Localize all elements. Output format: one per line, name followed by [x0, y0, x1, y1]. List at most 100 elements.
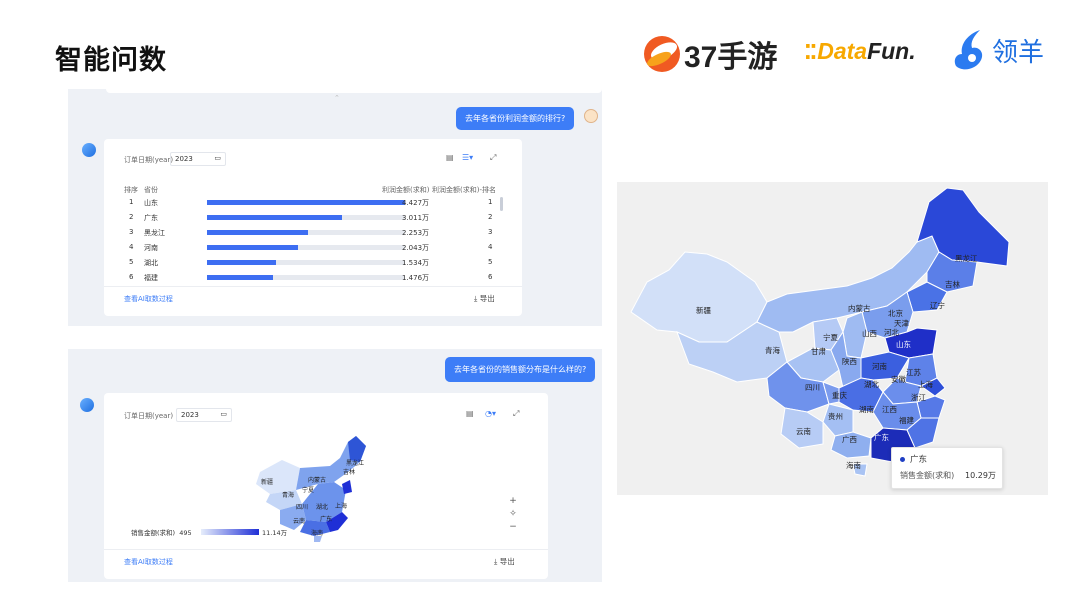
big-map-label: 贵州 — [828, 412, 843, 421]
export-label: 导出 — [479, 294, 495, 303]
table-scrollbar[interactable] — [500, 197, 503, 211]
row-province: 黑龙江 — [144, 229, 165, 237]
zoom-out-icon[interactable]: − — [506, 521, 520, 534]
small-map-label: 黑龙江 — [346, 460, 365, 467]
logo-datafun: ⁚⁚ DataFun. — [804, 38, 916, 65]
table-row: 6 福建 1.476万 6 — [104, 270, 522, 281]
collapse-chevron-icon[interactable]: ⌃ — [334, 94, 340, 102]
bar-track — [207, 230, 405, 235]
view-ai-process-link-2[interactable]: 查看AI取数过程 — [124, 557, 173, 567]
row-rank: 4 — [129, 243, 134, 251]
small-map-label: 内蒙古 — [308, 477, 327, 484]
logo-datafun-a: Data — [817, 38, 868, 64]
year-select[interactable]: 2023 ▭ — [170, 152, 226, 166]
year-value: 2023 — [175, 155, 193, 163]
big-map-label: 陕西 — [842, 357, 857, 366]
calendar-icon: ▭ — [214, 154, 221, 162]
big-map-label: 山西 — [862, 329, 877, 338]
legend-label: 销售金额(求和) — [131, 529, 176, 537]
legend-gradient — [201, 529, 259, 535]
big-map-label: 安徽 — [891, 375, 906, 384]
map-view-icon[interactable]: ◔▾ — [485, 409, 496, 418]
row-rank-value: 2 — [488, 213, 493, 221]
row-province: 湖北 — [144, 259, 158, 267]
row-amount: 1.476万 — [402, 274, 430, 281]
small-map-label: 上海 — [335, 503, 348, 510]
profit-bar — [207, 275, 273, 280]
row-amount: 2.043万 — [402, 244, 430, 252]
filter-label: 订单日期(year) — [124, 156, 174, 164]
sponsor-logos: 37手游 ⁚⁚ DataFun. 领羊 — [640, 24, 1060, 84]
row-rank: 3 — [129, 228, 134, 236]
small-map-label: 广东 — [320, 516, 333, 523]
bar-track — [207, 275, 405, 280]
small-map-label: 青海 — [282, 492, 295, 499]
row-amount: 2.253万 — [402, 229, 430, 237]
row-rank-value: 5 — [488, 258, 493, 266]
profit-bar — [207, 230, 308, 235]
header-amount: 利润金额(求和) — [382, 186, 430, 194]
table-view-icon-2[interactable]: ▤ — [466, 409, 474, 418]
row-rank: 5 — [129, 258, 134, 266]
big-map-label: 云南 — [796, 427, 811, 436]
reset-icon[interactable]: ✧ — [506, 508, 520, 521]
map-legend: 销售金额(求和) 495 — [131, 527, 192, 537]
card-divider — [104, 286, 522, 287]
profit-bar — [207, 215, 342, 220]
row-amount: 3.011万 — [402, 214, 430, 222]
year-select-2[interactable]: 2023 ▭ — [176, 408, 232, 422]
logo-37-text: 37手游 — [684, 41, 778, 74]
row-rank: 2 — [129, 213, 134, 221]
bot-avatar-icon — [82, 143, 96, 157]
expand-icon[interactable]: ⤢ — [490, 153, 496, 163]
page-title: 智能问数 — [55, 45, 167, 76]
bar-track — [207, 260, 405, 265]
calendar-icon-2: ▭ — [220, 410, 227, 418]
row-province: 河南 — [144, 244, 158, 252]
table-row: 3 黑龙江 2.253万 3 — [104, 225, 522, 240]
bar-chart-icon[interactable]: ☰▾ — [462, 153, 473, 162]
table-view-icon[interactable]: ▤ — [446, 153, 454, 162]
bar-track — [207, 245, 405, 250]
small-map-label: 新疆 — [261, 479, 274, 486]
download-icon-2: ⤓ — [494, 557, 498, 566]
row-rank: 6 — [129, 273, 134, 281]
legend-max: 11.14万 — [262, 529, 288, 537]
filter-label-2: 订单日期(year) — [124, 412, 174, 420]
zoom-in-icon[interactable]: + — [506, 495, 520, 508]
expand-icon-2[interactable]: ⤢ — [513, 409, 519, 419]
header-province: 省份 — [144, 186, 158, 194]
tooltip-metric: 销售金额(求和) — [900, 471, 955, 480]
table-row: 4 河南 2.043万 4 — [104, 240, 522, 255]
big-map-label: 上海 — [918, 380, 933, 389]
big-map-label: 江苏 — [906, 368, 921, 377]
big-map-label: 重庆 — [832, 391, 847, 400]
prev-card-edge — [106, 89, 602, 93]
export-button-2[interactable]: ⤓ 导出 — [494, 556, 515, 567]
datafun-dots-icon: ⁚⁚ — [804, 39, 817, 64]
big-map-label: 辽宁 — [930, 301, 945, 310]
profit-bar — [207, 200, 405, 205]
ranking-table: 1 山东 4.427万 1 2 广东 3.011万 2 3 黑龙江 2.253万 3 4 河南 2.043万… — [104, 195, 522, 281]
view-ai-process-link[interactable]: 查看AI取数过程 — [124, 294, 173, 304]
big-map-label: 湖北 — [864, 380, 879, 389]
logo-37-games: 37手游 — [644, 32, 777, 76]
profit-bar — [207, 245, 299, 250]
year-value-2: 2023 — [181, 411, 199, 419]
bar-track — [207, 200, 405, 205]
big-map-label: 四川 — [805, 383, 820, 392]
download-icon: ⤓ — [474, 294, 478, 303]
export-button[interactable]: ⤓ 导出 — [474, 293, 495, 304]
big-map-label: 浙江 — [911, 393, 926, 402]
big-map-label: 山东 — [896, 340, 911, 349]
bar-track — [207, 215, 405, 220]
big-map-label: 青海 — [765, 346, 780, 355]
row-amount: 1.534万 — [402, 259, 430, 267]
user-question-bubble-2: 去年各省份的销售额分布是什么样的? — [445, 357, 596, 382]
big-map-label: 吉林 — [945, 280, 960, 289]
37-logo-icon — [644, 36, 680, 72]
card-divider-2 — [104, 549, 548, 550]
bot-avatar-icon-2 — [80, 398, 94, 412]
big-map-label: 新疆 — [696, 306, 711, 315]
big-map-label: 河南 — [872, 362, 887, 371]
